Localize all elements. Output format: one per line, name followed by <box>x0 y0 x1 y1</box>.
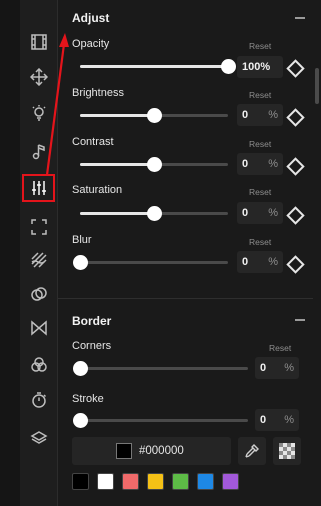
contrast-value: 0 <box>242 158 249 170</box>
corners-slider[interactable] <box>73 361 248 376</box>
blur-value: 0 <box>242 256 249 268</box>
blur-value-field[interactable]: 0% <box>237 251 283 273</box>
stroke-value: 0 <box>260 414 267 426</box>
color-swatch[interactable] <box>147 473 164 490</box>
contrast-slider[interactable] <box>80 157 228 172</box>
brightness-value-field[interactable]: 0% <box>237 104 283 126</box>
brightness-slider[interactable] <box>80 108 228 123</box>
color-swatch[interactable] <box>72 473 89 490</box>
opacity-slider-handle[interactable] <box>221 59 236 74</box>
brightness-keyframe-icon[interactable] <box>286 108 305 127</box>
blur-unit: % <box>268 256 278 268</box>
contrast-label: Contrast <box>72 136 114 148</box>
stroke-slider[interactable] <box>73 413 248 428</box>
stroke-slider-handle[interactable] <box>73 413 88 428</box>
corners-value-field[interactable]: 0% <box>255 357 299 379</box>
brightness-unit: % <box>268 109 278 121</box>
saturation-slider[interactable] <box>80 206 228 221</box>
properties-panel: Adjust Opacity Reset 100% Brightness Res… <box>58 0 313 506</box>
corners-value: 0 <box>260 362 267 374</box>
contrast-slider-handle[interactable] <box>147 157 162 172</box>
corners-unit: % <box>284 362 294 374</box>
saturation-label: Saturation <box>72 184 123 196</box>
opacity-value: 100 <box>242 61 261 73</box>
corners-slider-handle[interactable] <box>73 361 88 376</box>
color-swatches <box>72 473 239 490</box>
saturation-reset[interactable]: Reset <box>249 187 271 197</box>
contrast-value-field[interactable]: 0% <box>237 153 283 175</box>
current-color-swatch <box>116 443 132 459</box>
opacity-value-field[interactable]: 100% <box>237 56 283 78</box>
blur-slider[interactable] <box>73 255 228 270</box>
adjust-collapse-icon[interactable] <box>295 17 305 19</box>
section-divider <box>58 298 313 299</box>
color-swatch[interactable] <box>97 473 114 490</box>
saturation-keyframe-icon[interactable] <box>286 206 305 225</box>
brightness-value: 0 <box>242 109 249 121</box>
stroke-value-field[interactable]: 0% <box>255 409 299 431</box>
opacity-label: Opacity <box>72 38 110 50</box>
border-section-title: Border <box>72 314 112 328</box>
blur-slider-handle[interactable] <box>73 255 88 270</box>
eyedropper-icon <box>245 444 259 458</box>
brightness-reset[interactable]: Reset <box>249 90 271 100</box>
color-picker-field[interactable]: #000000 <box>72 437 231 465</box>
contrast-keyframe-icon[interactable] <box>286 157 305 176</box>
blur-label: Blur <box>72 234 92 246</box>
saturation-value: 0 <box>242 207 249 219</box>
saturation-slider-handle[interactable] <box>147 206 162 221</box>
stroke-unit: % <box>284 414 294 426</box>
stroke-label: Stroke <box>72 393 104 405</box>
adjust-section-title: Adjust <box>72 11 110 25</box>
color-swatch[interactable] <box>197 473 214 490</box>
color-swatch[interactable] <box>122 473 139 490</box>
panel-scrollbar[interactable] <box>315 68 319 104</box>
saturation-value-field[interactable]: 0% <box>237 202 283 224</box>
blur-reset[interactable]: Reset <box>249 237 271 247</box>
color-swatch[interactable] <box>172 473 189 490</box>
color-hex-value: #000000 <box>139 445 184 457</box>
transparency-checker-icon <box>279 443 295 459</box>
border-collapse-icon[interactable] <box>295 319 305 321</box>
opacity-keyframe-icon[interactable] <box>286 59 305 78</box>
saturation-unit: % <box>268 207 278 219</box>
brightness-slider-handle[interactable] <box>147 108 162 123</box>
opacity-slider[interactable] <box>80 59 236 74</box>
color-swatch[interactable] <box>222 473 239 490</box>
corners-reset[interactable]: Reset <box>269 343 291 353</box>
blur-keyframe-icon[interactable] <box>286 255 305 274</box>
contrast-unit: % <box>268 158 278 170</box>
brightness-label: Brightness <box>72 87 124 99</box>
corners-label: Corners <box>72 340 112 352</box>
eyedropper-button[interactable] <box>238 437 266 465</box>
opacity-unit: % <box>260 61 271 73</box>
transparent-button[interactable] <box>273 437 301 465</box>
opacity-reset[interactable]: Reset <box>249 41 271 51</box>
contrast-reset[interactable]: Reset <box>249 139 271 149</box>
